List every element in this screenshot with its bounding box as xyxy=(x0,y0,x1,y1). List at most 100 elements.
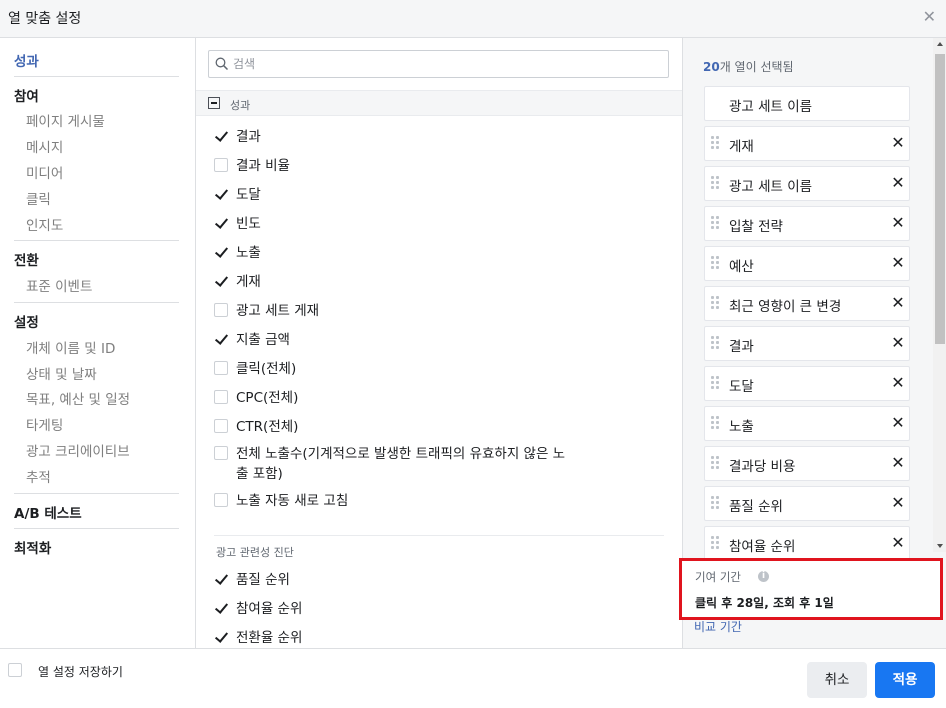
selected-column[interactable]: 입찰 전략 ✕ xyxy=(704,206,910,241)
nav-item-tracking[interactable]: 추적 xyxy=(26,466,51,486)
selected-list-scrollbar[interactable] xyxy=(933,38,946,552)
apply-button[interactable]: 적용 xyxy=(875,662,935,698)
selected-column[interactable]: 게재 ✕ xyxy=(704,126,910,161)
save-preset-label[interactable]: 열 설정 저장하기 xyxy=(38,663,123,680)
scroll-down-icon[interactable] xyxy=(937,544,943,548)
save-preset-checkbox[interactable] xyxy=(8,663,22,677)
column-label: 광고 세트 이름 xyxy=(729,99,813,115)
nav-item-page-posts[interactable]: 페이지 게시물 xyxy=(26,110,105,130)
scrollbar-thumb[interactable] xyxy=(935,54,945,344)
metric-checkbox[interactable] xyxy=(214,274,228,288)
metric-checkbox[interactable] xyxy=(214,303,228,317)
metric-checkbox[interactable] xyxy=(214,129,228,143)
nav-section-optimization[interactable]: 최적화 xyxy=(14,537,51,557)
remove-icon[interactable]: ✕ xyxy=(891,135,905,151)
drag-handle-icon[interactable] xyxy=(711,496,719,512)
scroll-up-icon[interactable] xyxy=(937,42,943,46)
selected-count-label: 개 열이 선택됨 xyxy=(719,60,794,74)
nav-item-messages[interactable]: 메시지 xyxy=(26,136,63,156)
nav-item-object-names[interactable]: 개체 이름 및 ID xyxy=(26,337,115,357)
nav-section-settings[interactable]: 설정 xyxy=(14,311,39,331)
nav-item-ad-creative[interactable]: 광고 크리에이티브 xyxy=(26,440,130,460)
nav-item-standard-events[interactable]: 표준 이벤트 xyxy=(26,275,92,295)
attribution-value[interactable]: 클릭 후 28일, 조회 후 1일 xyxy=(695,594,834,611)
selected-count-number: 20 xyxy=(703,60,720,74)
attribution-window[interactable]: 기여 기간 i 클릭 후 28일, 조회 후 1일 xyxy=(679,558,943,620)
drag-handle-icon[interactable] xyxy=(711,376,719,392)
metric-label: 전체 노출수(기계적으로 발생한 트래픽의 유효하지 않은 노출 포함) xyxy=(236,446,566,482)
drag-handle-icon[interactable] xyxy=(711,416,719,432)
search-box[interactable] xyxy=(208,50,669,78)
remove-icon[interactable]: ✕ xyxy=(891,375,905,391)
section-divider xyxy=(214,535,664,536)
nav-item-awareness[interactable]: 인지도 xyxy=(26,214,63,234)
metric-checkbox[interactable] xyxy=(214,187,228,201)
drag-handle-icon[interactable] xyxy=(711,536,719,552)
drag-handle-icon[interactable] xyxy=(711,456,719,472)
cancel-button[interactable]: 취소 xyxy=(807,662,867,698)
compare-windows-link[interactable]: 비교 기간 xyxy=(694,618,742,635)
drag-handle-icon[interactable] xyxy=(711,296,719,312)
metric-checkbox[interactable] xyxy=(214,245,228,259)
nav-item-budget-schedule[interactable]: 목표, 예산 및 일정 xyxy=(26,388,130,408)
metric-checkbox[interactable] xyxy=(214,361,228,375)
nav-divider xyxy=(14,528,179,529)
metric-checkbox[interactable] xyxy=(214,493,228,507)
collapse-group-checkbox[interactable] xyxy=(208,97,220,109)
remove-icon[interactable]: ✕ xyxy=(891,215,905,231)
column-label: 결과당 비용 xyxy=(729,459,796,475)
metric-checkbox[interactable] xyxy=(214,216,228,230)
nav-section-performance[interactable]: 성과 xyxy=(14,50,39,70)
selected-column[interactable]: 광고 세트 이름 ✕ xyxy=(704,166,910,201)
remove-icon[interactable]: ✕ xyxy=(891,335,905,351)
nav-section-engagement[interactable]: 참여 xyxy=(14,85,39,105)
metric-checkbox[interactable] xyxy=(214,446,228,460)
selected-column[interactable]: 품질 순위 ✕ xyxy=(704,486,910,521)
remove-icon[interactable]: ✕ xyxy=(891,495,905,511)
remove-icon[interactable]: ✕ xyxy=(891,455,905,471)
selected-column[interactable]: 결과당 비용 ✕ xyxy=(704,446,910,481)
metric-checkbox[interactable] xyxy=(214,419,228,433)
column-label: 광고 세트 이름 xyxy=(729,179,813,195)
selected-column[interactable]: 노출 ✕ xyxy=(704,406,910,441)
nav-item-media[interactable]: 미디어 xyxy=(26,162,63,182)
close-icon[interactable]: ✕ xyxy=(923,9,936,25)
nav-section-ab-test[interactable]: A/B 테스트 xyxy=(14,502,82,522)
remove-icon[interactable]: ✕ xyxy=(891,175,905,191)
metric-checkbox[interactable] xyxy=(214,572,228,586)
selected-column[interactable]: 결과 ✕ xyxy=(704,326,910,361)
selected-column[interactable]: 최근 영향이 큰 변경 ✕ xyxy=(704,286,910,321)
nav-divider xyxy=(14,76,179,77)
nav-item-clicks[interactable]: 클릭 xyxy=(26,188,51,208)
selected-column[interactable]: 도달 ✕ xyxy=(704,366,910,401)
metric-label: 광고 세트 게재 xyxy=(236,303,320,319)
metric-label: 빈도 xyxy=(236,216,261,232)
search-input[interactable] xyxy=(233,55,653,73)
selected-column[interactable]: 참여율 순위 ✕ xyxy=(704,526,910,561)
attribution-label: 기여 기간 xyxy=(695,570,741,584)
dialog-title: 열 맞춤 설정 xyxy=(8,11,82,27)
nav-section-conversions[interactable]: 전환 xyxy=(14,249,39,269)
nav-divider xyxy=(14,493,179,494)
column-label: 게재 xyxy=(729,139,754,155)
metric-checkbox[interactable] xyxy=(214,158,228,172)
metric-label: CPC(전체) xyxy=(236,390,299,406)
drag-handle-icon[interactable] xyxy=(711,256,719,272)
remove-icon[interactable]: ✕ xyxy=(891,415,905,431)
metric-checkbox[interactable] xyxy=(214,601,228,615)
nav-item-targeting[interactable]: 타게팅 xyxy=(26,414,63,434)
metric-checkbox[interactable] xyxy=(214,630,228,644)
drag-handle-icon[interactable] xyxy=(711,136,719,152)
remove-icon[interactable]: ✕ xyxy=(891,255,905,271)
metric-checkbox[interactable] xyxy=(214,390,228,404)
metric-label: 전환율 순위 xyxy=(236,630,303,646)
drag-handle-icon[interactable] xyxy=(711,216,719,232)
info-icon[interactable]: i xyxy=(758,571,769,582)
metric-checkbox[interactable] xyxy=(214,332,228,346)
drag-handle-icon[interactable] xyxy=(711,336,719,352)
remove-icon[interactable]: ✕ xyxy=(891,295,905,311)
drag-handle-icon[interactable] xyxy=(711,176,719,192)
selected-column[interactable]: 예산 ✕ xyxy=(704,246,910,281)
nav-item-status-dates[interactable]: 상태 및 날짜 xyxy=(26,363,97,383)
remove-icon[interactable]: ✕ xyxy=(891,535,905,551)
